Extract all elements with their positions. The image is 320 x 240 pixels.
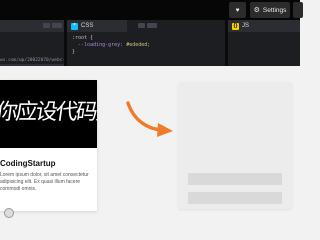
avatar [4, 208, 14, 218]
html-editor-tab[interactable] [0, 20, 64, 32]
js-tab-label: JS [242, 23, 250, 29]
css-editor-tab[interactable]: * CSS [67, 20, 127, 32]
js-editor-tab[interactable]: {} JS [228, 20, 300, 32]
css-collapse-icon[interactable] [147, 23, 157, 28]
code-line-3: } [72, 49, 76, 55]
html-editor-tools [43, 23, 62, 28]
css-editor-panel[interactable]: * CSS :root { --loading-grey: #ededed; } [67, 20, 225, 66]
card-body: Lorem ipsum dolor, sit amet consectetur … [0, 172, 89, 192]
arrow-icon [126, 101, 173, 137]
preview-area: 你应设代码开发 CodingStartup Lorem ipsum dolor,… [0, 66, 300, 218]
top-bar: ♥ ⚙ Settings [0, 0, 303, 20]
code-property: --loading-grey: [78, 42, 124, 48]
more-button[interactable] [293, 2, 303, 18]
html-editor-panel[interactable]: ws.com/wp/20022070/webc- [0, 20, 66, 66]
settings-label: Settings [262, 6, 287, 14]
settings-button[interactable]: ⚙ Settings [250, 2, 290, 18]
css-badge-icon: * [71, 22, 78, 30]
skeleton-line [188, 192, 282, 204]
card-image: 你应设代码开发 [0, 80, 97, 148]
card-title: CodingStartup [0, 159, 56, 168]
css-editor-tools [138, 23, 157, 28]
css-code[interactable]: :root { --loading-grey: #ededed; } [72, 35, 150, 56]
heart-icon: ♥ [235, 6, 240, 14]
card-image-text: 你应设代码开发 [0, 100, 97, 125]
settings-toggle-icon[interactable] [43, 23, 50, 28]
js-editor-panel[interactable]: {} JS [228, 20, 300, 66]
collapse-icon[interactable] [52, 23, 62, 28]
gear-icon: ⚙ [253, 7, 260, 14]
js-badge-icon: {} [232, 22, 239, 30]
code-line-1: :root { [72, 35, 94, 41]
code-value: #ededed; [126, 42, 151, 48]
css-settings-icon[interactable] [138, 23, 145, 28]
css-tab-label: CSS [81, 23, 94, 29]
editor-panels: ws.com/wp/20022070/webc- * CSS :root { -… [0, 20, 300, 66]
like-button[interactable]: ♥ [229, 2, 246, 18]
skeleton-card [178, 82, 292, 209]
content-card: 你应设代码开发 CodingStartup Lorem ipsum dolor,… [0, 80, 97, 218]
code-url-fragment: ws.com/wp/20022070/webc- [0, 58, 66, 63]
skeleton-line [188, 173, 282, 185]
